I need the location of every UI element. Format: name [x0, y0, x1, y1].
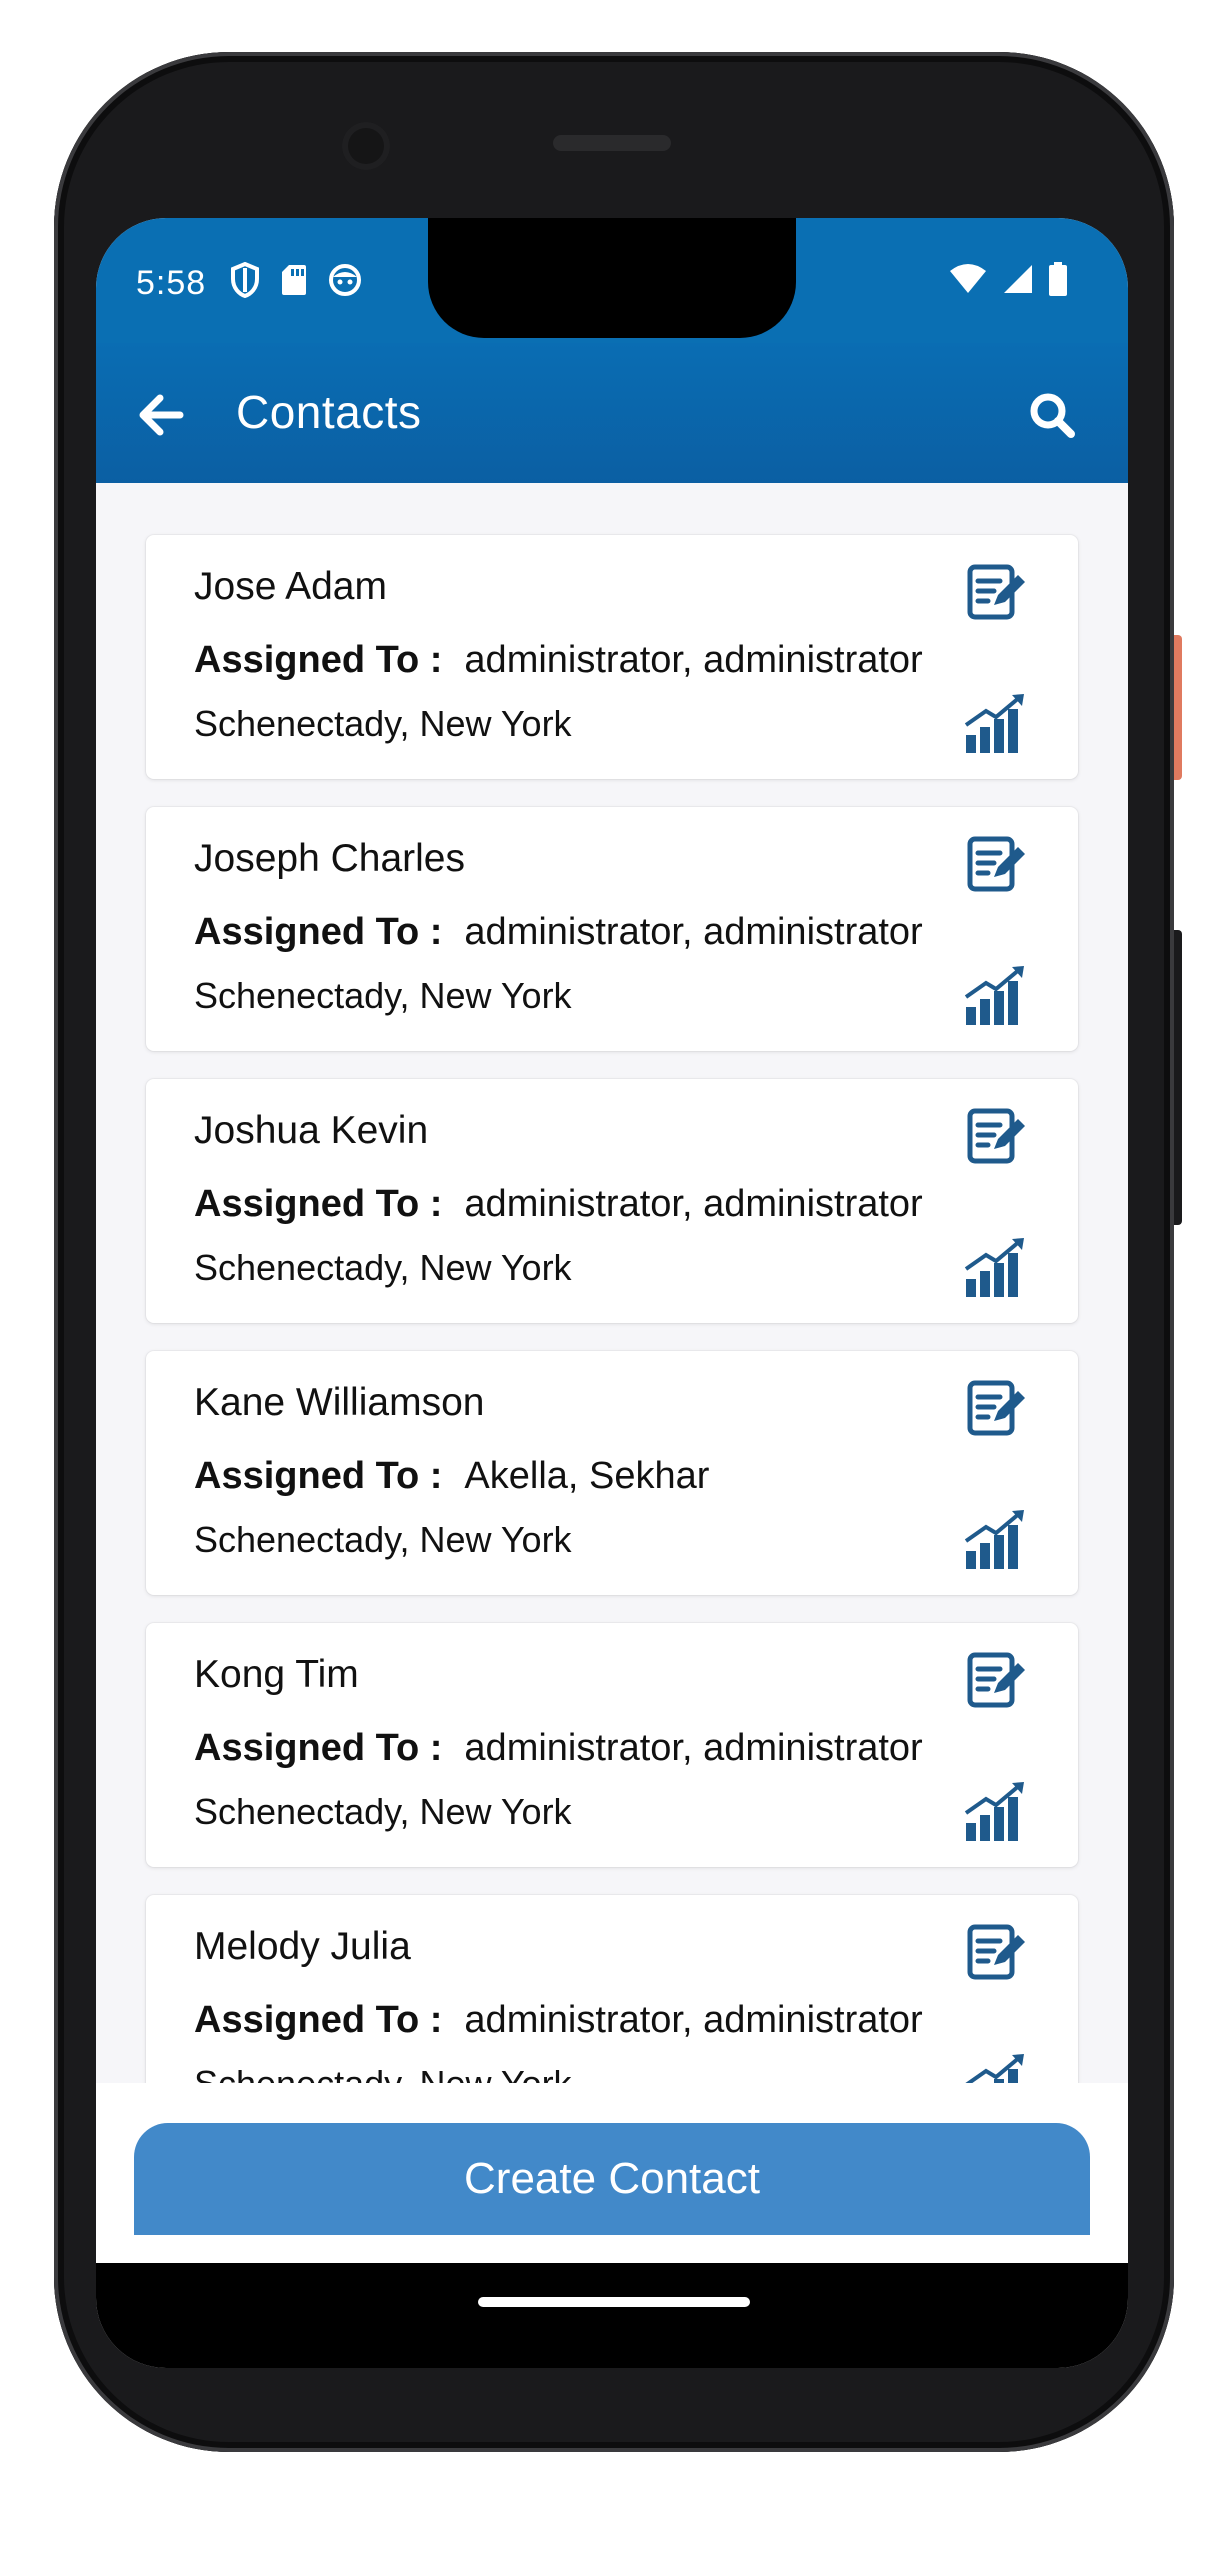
assigned-to-value: administrator, administrator — [464, 1727, 923, 1769]
system-navigation-bar — [96, 2263, 1128, 2368]
contact-card[interactable]: Kane Williamson Assigned To : Akella, Sek… — [146, 1351, 1078, 1595]
contact-location: Schenectady, New York — [194, 703, 572, 744]
assigned-to-label: Assigned To : — [194, 1183, 443, 1225]
edit-note-icon[interactable] — [964, 1103, 1028, 1167]
search-button[interactable] — [1024, 387, 1080, 443]
home-indicator[interactable] — [478, 2297, 750, 2307]
edit-note-icon[interactable] — [964, 559, 1028, 623]
wifi-icon — [950, 264, 986, 293]
contact-card[interactable]: Kong Tim Assigned To : administrator, adm… — [146, 1623, 1078, 1867]
assigned-to-label: Assigned To : — [194, 1455, 443, 1497]
shield-icon — [231, 262, 259, 298]
battery-icon — [1049, 262, 1067, 296]
contact-location: Schenectady, New York — [194, 1519, 572, 1560]
front-camera — [342, 122, 390, 170]
status-icons-left — [230, 262, 362, 298]
contact-list[interactable]: Jose Adam Assigned To : administrator, ad… — [96, 483, 1128, 2083]
contact-name: Kane Williamson — [194, 1381, 485, 1424]
create-contact-button[interactable]: Create Contact — [134, 2123, 1090, 2235]
face-icon — [329, 264, 361, 296]
assigned-to-row: Assigned To : administrator, administrato… — [194, 1727, 923, 1770]
display-notch — [428, 218, 796, 338]
contact-location: Schenectady, New York — [194, 975, 572, 1016]
growth-chart-icon[interactable] — [962, 1507, 1028, 1573]
contact-name: Melody Julia — [194, 1925, 411, 1968]
app-bar: Contacts — [96, 343, 1128, 483]
device-frame: 5:58 Contacts Jose Adam Assigned To: ad… — [0, 0, 1223, 2560]
contact-name: Joshua Kevin — [194, 1109, 429, 1152]
assigned-to-row: Assigned To : administrator, administrato… — [194, 639, 923, 682]
edit-note-icon[interactable] — [964, 1919, 1028, 1983]
assigned-to-value: administrator, administrator — [464, 911, 923, 953]
contact-card[interactable]: Melody Julia Assigned To : administrator,… — [146, 1895, 1078, 2083]
contact-name: Joseph Charles — [194, 837, 465, 880]
earpiece-speaker — [553, 135, 671, 151]
assigned-to-label: Assigned To : — [194, 911, 443, 953]
edit-note-icon[interactable] — [964, 1647, 1028, 1711]
sd-card-icon — [282, 265, 306, 295]
arrow-left-icon — [139, 394, 184, 436]
edit-note-icon[interactable] — [964, 1375, 1028, 1439]
edit-note-icon[interactable] — [964, 831, 1028, 895]
signal-icon — [1004, 265, 1032, 293]
status-time: 5:58 — [136, 264, 207, 302]
growth-chart-icon[interactable] — [962, 2051, 1028, 2083]
contact-card[interactable]: Jose Adam Assigned To : administrator, ad… — [146, 535, 1078, 779]
contact-name: Jose Adam — [194, 565, 387, 608]
assigned-to-row: Assigned To : administrator, administrato… — [194, 1999, 923, 2042]
assigned-to-row: Assigned To : administrator, administrato… — [194, 911, 923, 954]
footer: Create Contact — [96, 2083, 1128, 2263]
status-icons-right — [948, 262, 1068, 296]
assigned-to-label: Assigned To : — [194, 639, 443, 681]
assigned-to-value: administrator, administrator — [464, 639, 923, 681]
contact-name: Kong Tim — [194, 1653, 359, 1696]
contact-card[interactable]: Joseph Charles Assigned To : administrato… — [146, 807, 1078, 1051]
status-bar: 5:58 — [96, 218, 1128, 343]
assigned-to-value: administrator, administrator — [464, 1183, 923, 1225]
contact-card[interactable]: Joshua Kevin Assigned To : administrator,… — [146, 1079, 1078, 1323]
growth-chart-icon[interactable] — [962, 1235, 1028, 1301]
screen: 5:58 Contacts Jose Adam Assigned To: ad… — [96, 218, 1128, 2368]
search-icon — [1030, 393, 1075, 438]
assigned-to-row: Assigned To : administrator, administrato… — [194, 1183, 923, 1226]
growth-chart-icon[interactable] — [962, 691, 1028, 757]
back-button[interactable] — [132, 387, 188, 443]
assigned-to-label: Assigned To : — [194, 1999, 443, 2041]
contact-location: Schenectady, New York — [194, 1247, 572, 1288]
contact-location: Schenectady, New York — [194, 2063, 572, 2083]
page-title: Contacts — [236, 386, 422, 438]
assigned-to-row: Assigned To : Akella, Sekhar — [194, 1455, 709, 1498]
contact-location: Schenectady, New York — [194, 1791, 572, 1832]
growth-chart-icon[interactable] — [962, 1779, 1028, 1845]
assigned-to-label: Assigned To : — [194, 1727, 443, 1769]
growth-chart-icon[interactable] — [962, 963, 1028, 1029]
assigned-to-value: Akella, Sekhar — [464, 1455, 710, 1497]
assigned-to-value: administrator, administrator — [464, 1999, 923, 2041]
